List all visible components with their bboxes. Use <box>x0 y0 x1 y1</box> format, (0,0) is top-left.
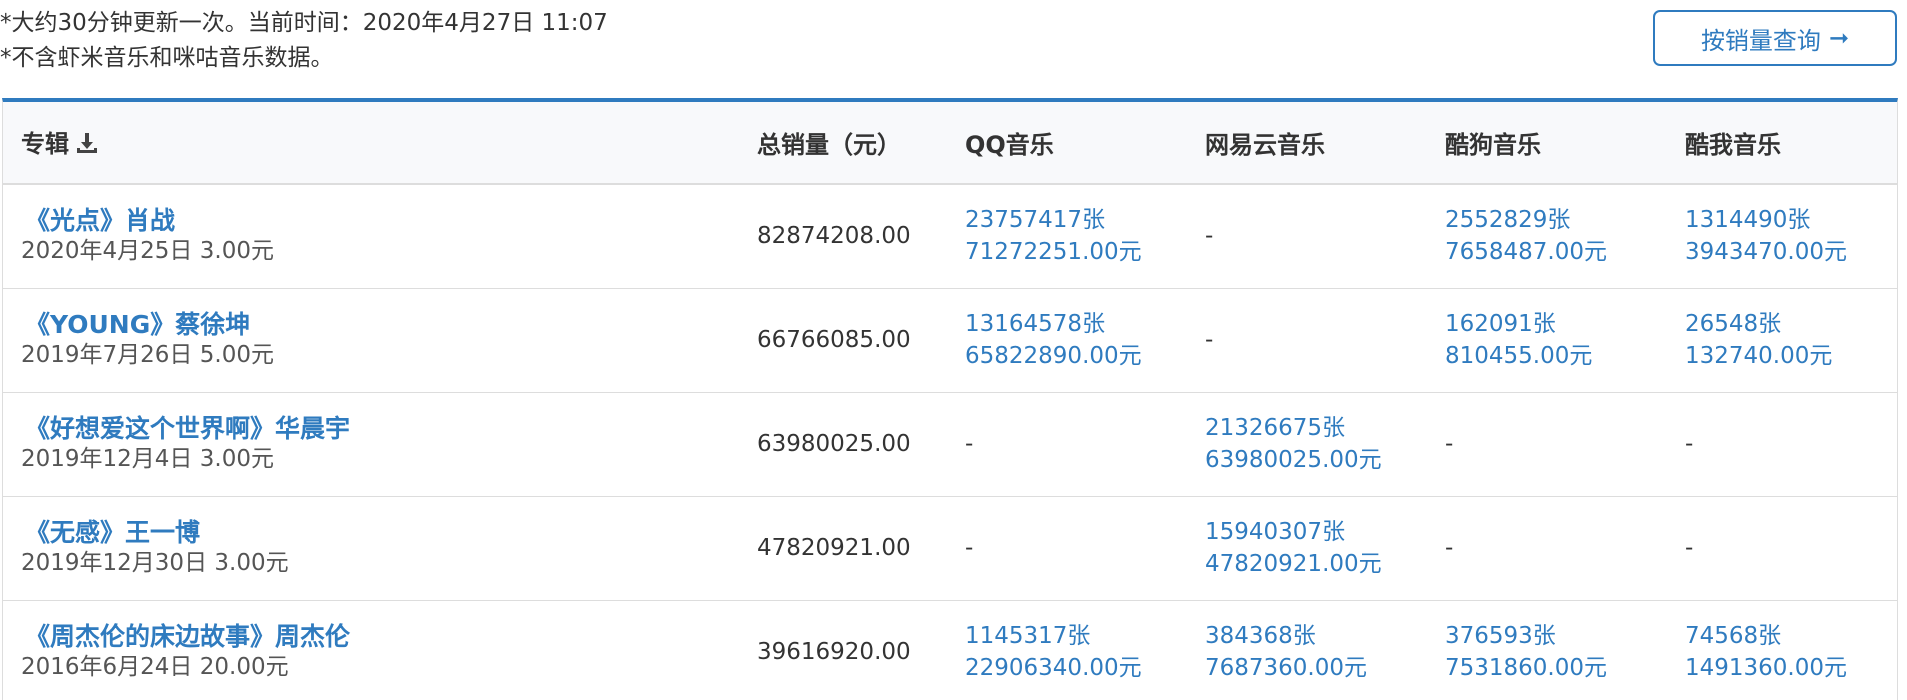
table-row: 《无感》王一博 2019年12月30日 3.00元 47820921.00-1594… <box>3 496 1897 601</box>
qq-sales-cell: 23757417张 71272251.00元 <box>959 184 1199 289</box>
table-row: 《光点》肖战 2020年4月25日 3.00元 82874208.00 2375741… <box>3 184 1897 289</box>
query-by-sales-label: 按销量查询 <box>1700 26 1821 55</box>
netease-amount-link[interactable]: 63980025.00元 <box>1205 444 1439 476</box>
album-release-info: 2016年6月24日 20.00元 <box>21 654 289 680</box>
total-sales-cell: 66766085.00 <box>751 288 959 393</box>
kugou-units-link[interactable]: 376593张 <box>1445 620 1679 652</box>
netease-sales-cell: - <box>1199 288 1439 393</box>
qq-amount-link[interactable]: 22906340.00元 <box>965 652 1199 684</box>
header-netease[interactable]: 网易云音乐 <box>1199 102 1439 185</box>
table-row: 《周杰伦的床边故事》周杰伦 2016年6月24日 20.00元 39616920.0… <box>3 600 1897 700</box>
kugou-amount-link[interactable]: 7658487.00元 <box>1445 236 1679 268</box>
qq-units-link[interactable]: 23757417张 <box>965 204 1199 236</box>
kugou-amount-link[interactable]: 810455.00元 <box>1445 340 1679 372</box>
table-row: 《好想爱这个世界啊》华晨宇 2019年12月4日 3.00元 63980025.00… <box>3 392 1897 497</box>
update-notes: *大约30分钟更新一次。当前时间：2020年4月27日 11:07 *不含虾米音… <box>0 6 608 76</box>
header-qq[interactable]: QQ音乐 <box>959 102 1199 185</box>
netease-units-link[interactable]: 15940307张 <box>1205 516 1439 548</box>
header-kuwo[interactable]: 酷我音乐 <box>1679 102 1897 185</box>
sales-table: 专辑 总销量（元） QQ音乐 网易云音乐 酷狗音乐 酷我音乐 《光点》肖战 202… <box>3 102 1897 700</box>
sales-table-container: 专辑 总销量（元） QQ音乐 网易云音乐 酷狗音乐 酷我音乐 《光点》肖战 202… <box>2 98 1898 700</box>
kugou-sales-cell: 162091张 810455.00元 <box>1439 288 1679 393</box>
netease-sales-cell: 384368张 7687360.00元 <box>1199 600 1439 700</box>
table-row: 《YOUNG》蔡徐坤 2019年7月26日 5.00元 66766085.00 131… <box>3 288 1897 393</box>
album-release-info: 2019年12月4日 3.00元 <box>21 446 274 472</box>
kuwo-amount-link[interactable]: 3943470.00元 <box>1685 236 1897 268</box>
header-album[interactable]: 专辑 <box>3 102 751 185</box>
netease-amount-link[interactable]: 47820921.00元 <box>1205 548 1439 580</box>
kugou-units-link[interactable]: 162091张 <box>1445 308 1679 340</box>
album-title-link[interactable]: 《YOUNG》蔡徐坤 <box>25 310 751 340</box>
qq-sales-cell: 1145317张 22906340.00元 <box>959 600 1199 700</box>
update-time-note: *大约30分钟更新一次。当前时间：2020年4月27日 11:07 <box>0 10 608 36</box>
qq-units-link[interactable]: 1145317张 <box>965 620 1199 652</box>
kuwo-sales-cell: 1314490张 3943470.00元 <box>1679 184 1897 289</box>
download-icon[interactable] <box>75 131 99 161</box>
kugou-sales-cell: - <box>1439 496 1679 601</box>
kuwo-amount-link[interactable]: 1491360.00元 <box>1685 652 1897 684</box>
netease-units-link[interactable]: 21326675张 <box>1205 412 1439 444</box>
query-by-sales-button[interactable]: 按销量查询 ➞ <box>1653 10 1897 66</box>
kuwo-sales-cell: - <box>1679 392 1897 497</box>
qq-units-link[interactable]: 13164578张 <box>965 308 1199 340</box>
album-cell: 《光点》肖战 2020年4月25日 3.00元 <box>3 184 751 289</box>
qq-no-data: - <box>965 431 974 457</box>
kugou-units-link[interactable]: 2552829张 <box>1445 204 1679 236</box>
netease-amount-link[interactable]: 7687360.00元 <box>1205 652 1439 684</box>
kuwo-no-data: - <box>1685 431 1694 457</box>
kuwo-sales-cell: - <box>1679 496 1897 601</box>
qq-no-data: - <box>965 535 974 561</box>
kuwo-units-link[interactable]: 26548张 <box>1685 308 1897 340</box>
total-sales-cell: 82874208.00 <box>751 184 959 289</box>
header-kugou[interactable]: 酷狗音乐 <box>1439 102 1679 185</box>
album-cell: 《无感》王一博 2019年12月30日 3.00元 <box>3 496 751 601</box>
kuwo-units-link[interactable]: 74568张 <box>1685 620 1897 652</box>
album-title-link[interactable]: 《无感》王一博 <box>25 518 751 548</box>
arrow-right-icon: ➞ <box>1828 24 1850 52</box>
kuwo-sales-cell: 26548张 132740.00元 <box>1679 288 1897 393</box>
kuwo-no-data: - <box>1685 535 1694 561</box>
album-cell: 《周杰伦的床边故事》周杰伦 2016年6月24日 20.00元 <box>3 600 751 700</box>
netease-sales-cell: - <box>1199 184 1439 289</box>
netease-no-data: - <box>1205 223 1214 250</box>
netease-sales-cell: 21326675张 63980025.00元 <box>1199 392 1439 497</box>
qq-sales-cell: - <box>959 496 1199 601</box>
netease-units-link[interactable]: 384368张 <box>1205 620 1439 652</box>
qq-amount-link[interactable]: 65822890.00元 <box>965 340 1199 372</box>
album-title-link[interactable]: 《周杰伦的床边故事》周杰伦 <box>25 622 751 652</box>
qq-amount-link[interactable]: 71272251.00元 <box>965 236 1199 268</box>
kuwo-units-link[interactable]: 1314490张 <box>1685 204 1897 236</box>
kugou-no-data: - <box>1445 535 1454 561</box>
table-header-row: 专辑 总销量（元） QQ音乐 网易云音乐 酷狗音乐 酷我音乐 <box>3 102 1897 185</box>
album-cell: 《好想爱这个世界啊》华晨宇 2019年12月4日 3.00元 <box>3 392 751 497</box>
kugou-no-data: - <box>1445 431 1454 457</box>
album-title-link[interactable]: 《好想爱这个世界啊》华晨宇 <box>25 414 751 444</box>
total-sales-cell: 63980025.00 <box>751 392 959 497</box>
netease-no-data: - <box>1205 327 1214 353</box>
kuwo-sales-cell: 74568张 1491360.00元 <box>1679 600 1897 700</box>
kuwo-amount-link[interactable]: 132740.00元 <box>1685 340 1897 372</box>
netease-sales-cell: 15940307张 47820921.00元 <box>1199 496 1439 601</box>
kugou-amount-link[interactable]: 7531860.00元 <box>1445 652 1679 684</box>
album-release-info: 2019年7月26日 5.00元 <box>21 342 274 368</box>
qq-sales-cell: - <box>959 392 1199 497</box>
album-release-info: 2019年12月30日 3.00元 <box>21 550 289 576</box>
kugou-sales-cell: 2552829张 7658487.00元 <box>1439 184 1679 289</box>
album-release-info: 2020年4月25日 3.00元 <box>21 238 274 265</box>
header-total[interactable]: 总销量（元） <box>751 102 959 185</box>
total-sales-cell: 39616920.00 <box>751 600 959 700</box>
album-cell: 《YOUNG》蔡徐坤 2019年7月26日 5.00元 <box>3 288 751 393</box>
qq-sales-cell: 13164578张 65822890.00元 <box>959 288 1199 393</box>
album-title-link[interactable]: 《光点》肖战 <box>25 206 751 236</box>
kugou-sales-cell: - <box>1439 392 1679 497</box>
excluded-sources-note: *不含虾米音乐和咪咕音乐数据。 <box>0 45 334 71</box>
total-sales-cell: 47820921.00 <box>751 496 959 601</box>
kugou-sales-cell: 376593张 7531860.00元 <box>1439 600 1679 700</box>
